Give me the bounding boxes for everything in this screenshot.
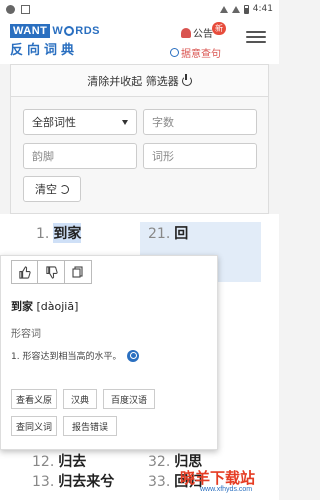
wifi-icon	[219, 5, 228, 13]
logo-words: W RDS	[52, 25, 101, 37]
chevron-down-icon	[122, 119, 128, 125]
copy-icon	[72, 266, 83, 278]
search-definition-icon[interactable]	[127, 349, 140, 362]
popup-pinyin: [dàojiā]	[36, 300, 79, 313]
list-item[interactable]: 13. 归去来兮	[32, 471, 114, 491]
status-time: 4:41	[252, 4, 273, 14]
watermark-url: www.xfhyds.com	[200, 486, 253, 493]
app-header: WANT W RDS 反向词典 公告 新 据意查句	[0, 18, 279, 64]
refresh-icon	[60, 184, 69, 194]
status-bar: 4:41	[0, 0, 279, 18]
find-synonyms-button[interactable]: 查同义词	[11, 416, 57, 436]
new-badge: 新	[212, 22, 226, 35]
list-item[interactable]: 12. 归去	[32, 451, 86, 471]
collapse-filter-button[interactable]: 清除并收起 筛选器	[11, 65, 268, 97]
char-count-input[interactable]: 字数	[143, 109, 257, 135]
copy-button[interactable]	[65, 260, 92, 284]
lookup-label: 据意查句	[181, 49, 221, 60]
power-icon	[181, 73, 192, 86]
logo-o-icon	[64, 26, 75, 37]
search-icon	[170, 48, 179, 57]
baidu-hanyu-button[interactable]: 百度汉语	[103, 389, 155, 409]
notice-label: 公告	[193, 29, 213, 40]
popup-word-line: 到家 [dàojiā]	[11, 298, 78, 314]
filter-title-label: 清除并收起 筛选器	[87, 74, 179, 88]
watermark-text: 晓羊下载站	[180, 469, 256, 487]
logo-subtitle: 反向词典	[10, 43, 79, 58]
menu-button[interactable]	[246, 28, 266, 46]
signal-icon	[231, 5, 240, 13]
shape-input[interactable]: 词形	[143, 143, 257, 169]
zdic-button[interactable]: 汉典	[63, 389, 97, 409]
lookup-link[interactable]: 据意查句	[170, 45, 221, 60]
thumbs-down-icon	[45, 265, 58, 279]
popup-definition-row: 1. 形容达到相当高的水平。	[11, 349, 140, 362]
report-error-button[interactable]: 报告错误	[63, 416, 117, 436]
menu-icon	[246, 31, 266, 33]
popup-word: 到家	[11, 300, 33, 313]
popup-pos: 形容词	[11, 329, 41, 340]
thumbs-up-icon	[19, 265, 31, 279]
filter-panel: 清除并收起 筛选器 全部词性 字数 韵脚 词形 清空	[10, 64, 269, 214]
list-item[interactable]: 1. 到家	[36, 223, 82, 243]
pos-select-value: 全部词性	[32, 116, 76, 129]
dislike-button[interactable]	[38, 260, 65, 284]
notification-icon	[21, 4, 30, 14]
list-item[interactable]: 21. 回	[148, 223, 188, 243]
view-sememe-button[interactable]: 查看义原	[11, 389, 57, 409]
clear-button[interactable]: 清空	[23, 176, 81, 202]
pos-select[interactable]: 全部词性	[23, 109, 137, 135]
bell-icon	[181, 27, 191, 38]
battery-icon	[243, 4, 249, 14]
notice-button[interactable]: 公告	[181, 25, 213, 40]
popup-actions	[11, 260, 92, 284]
rhyme-input[interactable]: 韵脚	[23, 143, 137, 169]
popup-definition: 1. 形容达到相当高的水平。	[11, 352, 122, 362]
logo-want: WANT	[10, 24, 51, 38]
app-logo[interactable]: WANT W RDS 反向词典	[10, 24, 108, 58]
word-popup: 到家 [dàojiā] 形容词 1. 形容达到相当高的水平。 查看义原 汉典 百…	[0, 255, 218, 450]
android-icon	[6, 4, 15, 14]
like-button[interactable]	[11, 260, 38, 284]
